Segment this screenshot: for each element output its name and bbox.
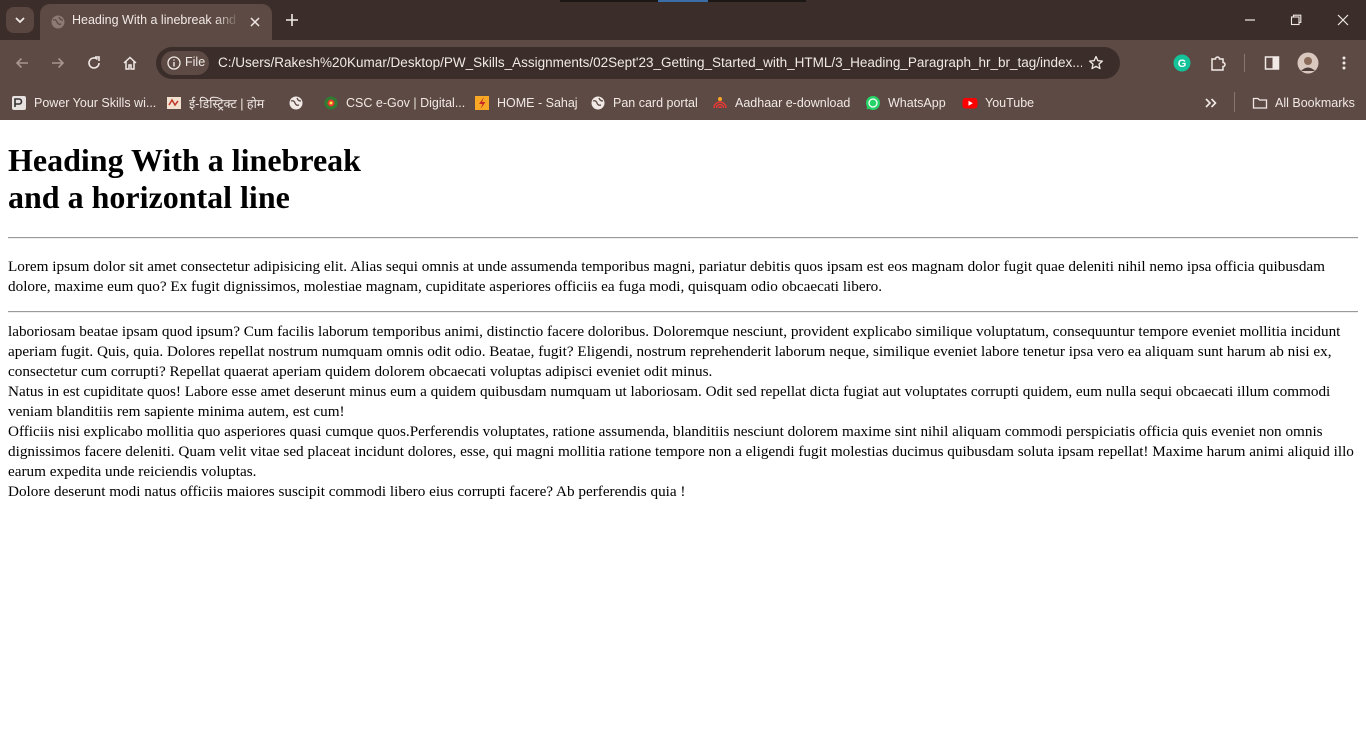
- paragraph-2-line: laboriosam beatae ipsam quod ipsum? Cum …: [8, 323, 1341, 380]
- avatar: [1297, 52, 1319, 74]
- sahaj-icon: [474, 95, 490, 111]
- aadhaar-icon: [712, 95, 728, 111]
- bookmarks-separator: [1234, 92, 1235, 112]
- bookmark-e-district[interactable]: ई-डिस्ट्रिक्ट | होम: [166, 91, 264, 115]
- menu-button[interactable]: [1332, 51, 1356, 75]
- bookmark-whatsapp[interactable]: WhatsApp: [865, 91, 946, 115]
- bookmark-youtube[interactable]: YouTube: [962, 91, 1034, 115]
- horizontal-rule: [8, 311, 1358, 313]
- forward-button[interactable]: [46, 51, 70, 75]
- bookmark-label: CSC e-Gov | Digital...: [346, 96, 466, 110]
- info-icon: [167, 56, 181, 70]
- browser-toolbar: File C:/Users/Rakesh%20Kumar/Desktop/PW_…: [0, 40, 1366, 86]
- svg-text:G: G: [1178, 58, 1187, 70]
- reload-icon: [88, 56, 100, 69]
- close-icon: [1337, 14, 1349, 26]
- tab-search-button[interactable]: [6, 7, 34, 33]
- bookmark-label: WhatsApp: [888, 96, 946, 110]
- bookmark-pw-skills[interactable]: Power Your Skills wi...: [11, 91, 156, 115]
- arrow-right-icon: [52, 57, 65, 69]
- home-button[interactable]: [118, 51, 142, 75]
- paragraph-2-line: Dolore deserunt modi natus officiis maio…: [8, 483, 686, 500]
- reload-button[interactable]: [82, 51, 106, 75]
- restore-button[interactable]: [1284, 8, 1308, 32]
- bookmark-label: HOME - Sahaj: [497, 96, 578, 110]
- horizontal-rule: [8, 237, 1358, 239]
- bookmark-label: Power Your Skills wi...: [34, 96, 157, 110]
- puzzle-icon: [1211, 56, 1226, 71]
- all-bookmarks-button[interactable]: All Bookmarks: [1252, 91, 1355, 115]
- kebab-menu-icon: [1342, 56, 1346, 70]
- bookmark-sahaj[interactable]: HOME - Sahaj: [474, 91, 578, 115]
- page-heading: Heading With a linebreak and a horizonta…: [8, 142, 1358, 216]
- star-icon: [1088, 55, 1104, 70]
- youtube-icon: [962, 95, 978, 111]
- address-bar[interactable]: File C:/Users/Rakesh%20Kumar/Desktop/PW_…: [156, 47, 1120, 79]
- globe-icon: [288, 95, 304, 111]
- arrow-left-icon: [15, 57, 28, 69]
- globe-icon: [590, 95, 606, 111]
- close-tab-button[interactable]: [246, 13, 264, 31]
- heading-line-2: and a horizontal line: [8, 179, 290, 215]
- double-chevron-right-icon: [1203, 95, 1219, 111]
- restore-icon: [1290, 14, 1302, 26]
- grammarly-icon: G: [1173, 54, 1191, 72]
- close-window-button[interactable]: [1331, 8, 1355, 32]
- paragraph-2-line: Natus in est cupiditate quos! Labore ess…: [8, 383, 1331, 420]
- side-panel-button[interactable]: [1260, 51, 1284, 75]
- bookmark-csc[interactable]: CSC e-Gov | Digital...: [323, 91, 465, 115]
- bookmark-label: YouTube: [985, 96, 1035, 110]
- new-tab-button[interactable]: [280, 8, 304, 32]
- side-panel-icon: [1264, 56, 1280, 70]
- bookmark-star-button[interactable]: [1086, 53, 1106, 73]
- e-district-icon: [166, 95, 182, 111]
- url-text[interactable]: C:/Users/Rakesh%20Kumar/Desktop/PW_Skill…: [218, 55, 1082, 73]
- chevron-down-icon: [15, 17, 25, 24]
- tab-title: Heading With a linebreak and a horizonta…: [72, 13, 240, 27]
- bookmark-pan-card[interactable]: Pan card portal: [590, 91, 698, 115]
- whatsapp-icon: [865, 95, 881, 111]
- folder-icon: [1252, 95, 1268, 111]
- back-button[interactable]: [10, 51, 34, 75]
- extensions-button[interactable]: [1206, 51, 1230, 75]
- home-icon: [123, 56, 137, 70]
- bookmark-label: Pan card portal: [613, 96, 698, 110]
- toolbar-separator: [1244, 54, 1245, 72]
- paragraph-2: laboriosam beatae ipsam quod ipsum? Cum …: [8, 322, 1358, 502]
- bookmarks-bar: Power Your Skills wi... ई-डिस्ट्रिक्ट | …: [0, 86, 1366, 120]
- bookmark-label: ई-डिस्ट्रिक्ट | होम: [189, 96, 265, 111]
- site-info-chip[interactable]: File: [161, 51, 209, 75]
- profile-button[interactable]: [1296, 51, 1320, 75]
- heading-line-1: Heading With a linebreak: [8, 142, 361, 178]
- more-bookmarks-button[interactable]: [1203, 91, 1219, 115]
- active-tab[interactable]: Heading With a linebreak and a horizonta…: [40, 4, 272, 40]
- paragraph-2-line: Officiis nisi explicabo mollitia quo asp…: [8, 423, 1354, 480]
- globe-icon: [51, 15, 65, 29]
- bookmark-aadhaar[interactable]: Aadhaar e-download: [712, 91, 850, 115]
- tab-strip: Heading With a linebreak and a horizonta…: [0, 0, 1366, 40]
- bookmark-globe[interactable]: [288, 91, 304, 115]
- scheme-label: File: [185, 55, 206, 69]
- minimize-icon: [1245, 19, 1255, 21]
- paragraph-1: Lorem ipsum dolor sit amet consectetur a…: [8, 258, 1325, 295]
- window-drag-indicator-accent: [658, 0, 708, 2]
- page-viewport: Heading With a linebreak and a horizonta…: [0, 121, 1366, 738]
- minimize-button[interactable]: [1238, 8, 1262, 32]
- plus-icon: [286, 14, 298, 26]
- bookmark-label: All Bookmarks: [1275, 96, 1355, 110]
- close-icon: [250, 17, 260, 27]
- pw-skills-icon: [11, 95, 27, 111]
- bookmark-label: Aadhaar e-download: [735, 96, 851, 110]
- grammarly-extension-button[interactable]: G: [1170, 51, 1194, 75]
- csc-icon: [323, 95, 339, 111]
